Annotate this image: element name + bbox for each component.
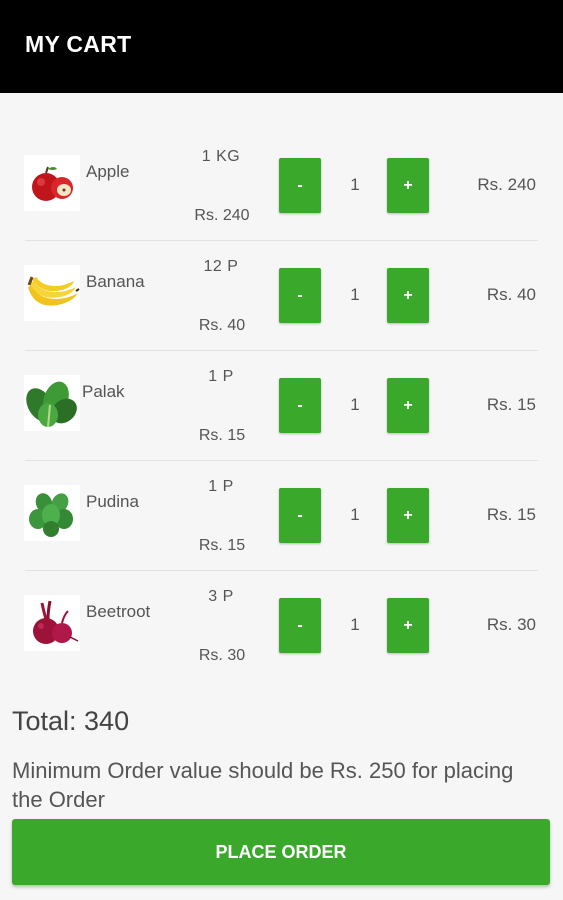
item-quantity: 1 P — [208, 478, 234, 495]
increase-button[interactable]: + — [387, 488, 429, 543]
minimum-order-note: Minimum Order value should be Rs. 250 fo… — [12, 758, 514, 812]
decrease-button[interactable]: - — [279, 488, 321, 543]
item-quantity: 12 P — [203, 258, 239, 275]
item-name: Banana — [86, 272, 145, 291]
item-name: Palak — [82, 382, 125, 401]
apple-icon — [24, 155, 80, 211]
place-order-button[interactable]: PLACE ORDER — [12, 819, 550, 885]
cart-item-banana: Banana 12 P Rs. 40 - 1 + Rs. 40 — [0, 240, 563, 350]
item-price: Rs. 240 — [194, 207, 250, 224]
cart-list: Apple 1 KG Rs. 240 - 1 + Rs. 240 Banana … — [0, 130, 563, 680]
increase-button[interactable]: + — [387, 158, 429, 213]
item-price: Rs. 15 — [198, 427, 246, 444]
item-price: Rs. 15 — [198, 537, 246, 554]
pudina-icon — [24, 485, 80, 541]
cart-item-beetroot: Beetroot 3 P Rs. 30 - 1 + Rs. 30 — [0, 570, 563, 680]
beetroot-icon — [24, 595, 80, 651]
item-total: Rs. 15 — [486, 395, 536, 414]
decrease-button[interactable]: - — [279, 268, 321, 323]
item-total: Rs. 15 — [486, 505, 536, 524]
cart-item-apple: Apple 1 KG Rs. 240 - 1 + Rs. 240 — [0, 130, 563, 240]
item-name: Apple — [86, 162, 130, 181]
item-quantity: 1 P — [208, 368, 234, 385]
cart-item-pudina: Pudina 1 P Rs. 15 - 1 + Rs. 15 — [0, 460, 563, 570]
decrease-button[interactable]: - — [279, 158, 321, 213]
increase-button[interactable]: + — [387, 598, 429, 653]
item-quantity: 3 P — [208, 588, 234, 605]
page-title: MY CART — [25, 31, 132, 57]
item-name: Beetroot — [86, 602, 151, 621]
banana-icon — [24, 265, 80, 321]
item-quantity: 1 KG — [201, 148, 241, 165]
palak-icon — [24, 375, 80, 431]
item-count: 1 — [350, 175, 360, 194]
item-count: 1 — [350, 505, 360, 524]
increase-button[interactable]: + — [387, 378, 429, 433]
item-total: Rs. 30 — [486, 615, 536, 634]
decrease-button[interactable]: - — [279, 378, 321, 433]
decrease-button[interactable]: - — [279, 598, 321, 653]
item-price: Rs. 40 — [198, 317, 246, 334]
item-count: 1 — [350, 615, 360, 634]
item-name: Pudina — [86, 492, 139, 511]
app-bar: MY CART — [0, 0, 563, 93]
item-count: 1 — [350, 285, 360, 304]
cart-item-palak: Palak 1 P Rs. 15 - 1 + Rs. 15 — [0, 350, 563, 460]
item-total: Rs. 40 — [486, 285, 536, 304]
item-price: Rs. 30 — [198, 647, 246, 664]
increase-button[interactable]: + — [387, 268, 429, 323]
cart-total: Total: 340 — [12, 706, 130, 736]
item-total: Rs. 240 — [477, 175, 536, 194]
item-count: 1 — [350, 395, 360, 414]
